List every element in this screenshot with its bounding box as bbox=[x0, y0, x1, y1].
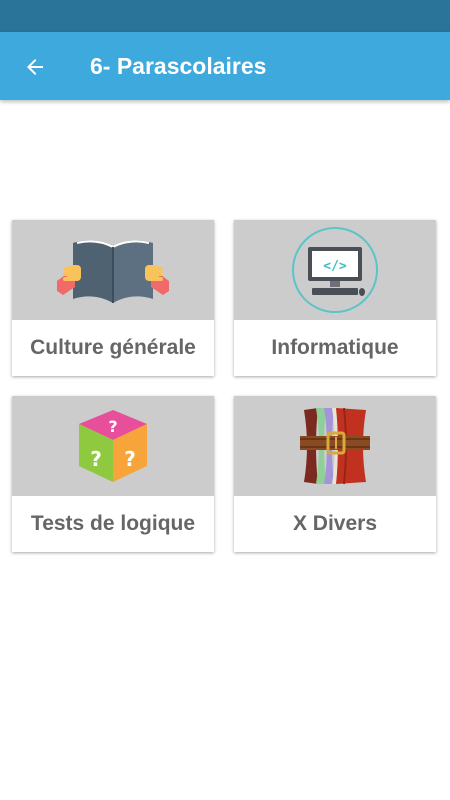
arrow-left-icon bbox=[27, 59, 43, 75]
category-card-culture-generale[interactable]: Culture générale bbox=[12, 220, 214, 376]
category-card-x-divers[interactable]: X Divers bbox=[234, 396, 436, 552]
page-title: 6- Parascolaires bbox=[90, 53, 267, 79]
app-bar: 6- Parascolaires bbox=[0, 32, 450, 100]
svg-text:</>: </> bbox=[323, 259, 347, 274]
open-book-icon bbox=[57, 240, 169, 303]
computer-code-icon: </> bbox=[292, 227, 378, 313]
category-card-informatique[interactable]: </> Informatique bbox=[234, 220, 436, 376]
card-label: Culture générale bbox=[30, 336, 196, 359]
card-image bbox=[234, 396, 436, 496]
card-label: Tests de logique bbox=[30, 512, 196, 535]
svg-text:?: ? bbox=[124, 447, 136, 471]
belted-books-icon bbox=[300, 407, 370, 485]
svg-text:?: ? bbox=[90, 447, 102, 471]
card-label: Informatique bbox=[271, 336, 399, 359]
back-button[interactable] bbox=[16, 48, 54, 86]
card-image: </> bbox=[234, 220, 436, 320]
card-image bbox=[12, 220, 214, 320]
status-bar bbox=[0, 0, 450, 32]
svg-text:?: ? bbox=[108, 417, 117, 436]
category-card-tests-de-logique[interactable]: ? ? ? Tests de logique bbox=[12, 396, 214, 552]
question-cube-icon: ? ? ? bbox=[79, 410, 147, 482]
card-image: ? ? ? bbox=[12, 396, 214, 496]
card-label: X Divers bbox=[292, 512, 378, 535]
